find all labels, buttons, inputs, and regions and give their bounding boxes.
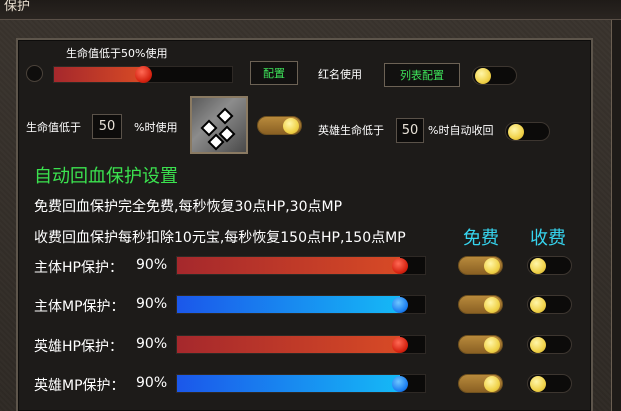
slider-handle[interactable] xyxy=(392,376,408,392)
recovery-row-value: 90% xyxy=(136,257,168,273)
hero-hp-input[interactable]: 50 xyxy=(396,118,424,143)
hero-recall-toggle[interactable] xyxy=(505,122,550,141)
paid-column-header: 收费 xyxy=(530,228,566,249)
slider-fill xyxy=(177,336,400,353)
skill-diamond-icon xyxy=(210,136,222,148)
hp-below-input[interactable]: 50 xyxy=(92,114,122,139)
slider-fill xyxy=(177,375,400,392)
toggle-knob xyxy=(530,258,546,274)
paid-toggle[interactable] xyxy=(527,256,572,275)
recovery-section-title: 自动回血保护设置 xyxy=(34,166,178,187)
hero-hp-below-label: 英雄生命低于 xyxy=(318,124,384,137)
mp-protection-slider[interactable] xyxy=(176,295,426,314)
hp-threshold-slider[interactable] xyxy=(53,66,233,83)
hero-recall-label: %时自动收回 xyxy=(428,124,494,137)
mp-protection-slider[interactable] xyxy=(176,374,426,393)
slider-fill xyxy=(177,296,400,313)
skill-diamond-icon xyxy=(221,128,233,140)
hp-protection-slider[interactable] xyxy=(176,256,426,275)
toggle-knob xyxy=(484,376,500,392)
toggle-knob xyxy=(484,258,500,274)
slider-handle[interactable] xyxy=(392,297,408,313)
free-recovery-description: 免费回血保护完全免费,每秒恢复30点HP,30点MP xyxy=(34,199,343,215)
skill-use-toggle-knob xyxy=(283,118,299,134)
title-bar: 保护 xyxy=(0,0,621,20)
recovery-row-label: 主体MP保护： xyxy=(34,299,125,315)
hp-threshold-slider-fill xyxy=(54,67,143,82)
recovery-row-label: 英雄MP保护： xyxy=(34,378,125,394)
skill-diamond-icon xyxy=(203,122,215,134)
recovery-row-label: 主体HP保护： xyxy=(34,260,123,276)
toggle-knob xyxy=(530,337,546,353)
recovery-row-value: 90% xyxy=(136,296,168,312)
hp-percent-use-label: %时使用 xyxy=(134,121,178,134)
paid-toggle[interactable] xyxy=(527,335,572,354)
slider-handle[interactable] xyxy=(392,337,408,353)
toggle-knob xyxy=(484,297,500,313)
recovery-row-label: 英雄HP保护： xyxy=(34,339,123,355)
slider-handle[interactable] xyxy=(392,258,408,274)
protection-window: 保护 生命值低于50%使用 配置 红名使用 列表配置 生命值低于 50 %时使用… xyxy=(0,0,621,411)
hp-threshold-radio[interactable] xyxy=(26,65,43,82)
window-title: 保护 xyxy=(4,0,31,14)
toggle-knob xyxy=(530,376,546,392)
hp-threshold-label: 生命值低于50%使用 xyxy=(66,47,168,60)
free-toggle[interactable] xyxy=(458,256,503,275)
free-toggle[interactable] xyxy=(458,295,503,314)
hp-protection-slider[interactable] xyxy=(176,335,426,354)
list-config-button[interactable]: 列表配置 xyxy=(384,63,460,87)
skill-diamond-icon xyxy=(219,110,231,122)
hp-threshold-slider-handle[interactable] xyxy=(135,66,152,83)
paid-recovery-description: 收费回血保护每秒扣除10元宝,每秒恢复150点HP,150点MP xyxy=(34,230,406,246)
red-name-toggle[interactable] xyxy=(472,66,517,85)
toggle-knob xyxy=(484,337,500,353)
skill-use-toggle[interactable] xyxy=(257,116,302,135)
skill-slot-icon[interactable] xyxy=(190,96,248,154)
window-right-edge xyxy=(611,20,621,411)
free-toggle[interactable] xyxy=(458,335,503,354)
config-button[interactable]: 配置 xyxy=(250,61,298,85)
toggle-knob xyxy=(530,297,546,313)
red-name-toggle-knob xyxy=(475,68,491,84)
paid-toggle[interactable] xyxy=(527,374,572,393)
hp-below-label: 生命值低于 xyxy=(26,121,81,134)
red-name-label: 红名使用 xyxy=(318,68,362,81)
paid-toggle[interactable] xyxy=(527,295,572,314)
free-column-header: 免费 xyxy=(463,228,499,249)
recovery-row-value: 90% xyxy=(136,375,168,391)
recovery-row-value: 90% xyxy=(136,336,168,352)
free-toggle[interactable] xyxy=(458,374,503,393)
slider-fill xyxy=(177,257,400,274)
hero-recall-toggle-knob xyxy=(508,124,524,140)
